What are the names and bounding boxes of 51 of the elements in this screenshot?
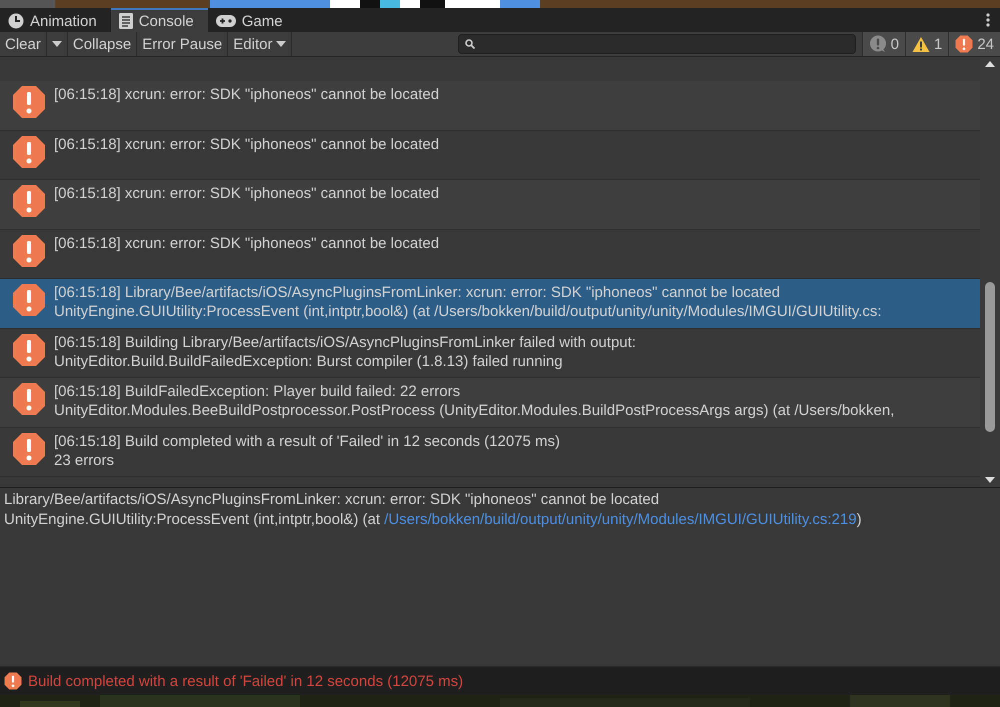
- caret-icon: [52, 41, 62, 47]
- error-icon: [12, 234, 46, 268]
- tab[interactable]: Console: [110, 8, 208, 32]
- log-message: [06:15:18] Library/Bee/artifacts/iOS/AsyncPluginsFromLinker: xcrun: error: SDK "iphoneos" cannot be located: [54, 283, 782, 302]
- down-arrow-icon: [985, 477, 995, 483]
- error-icon: [4, 672, 22, 690]
- up-arrow-icon: [985, 61, 995, 67]
- error-icon: [12, 85, 46, 119]
- log-count-toggle[interactable]: 1: [904, 32, 948, 56]
- scrollbar-thumb[interactable]: [985, 282, 995, 432]
- error-icon: [12, 134, 46, 168]
- log-message: [06:15:18] Building Library/Bee/artifacts/iOS/AsyncPluginsFromLinker failed with output:: [54, 332, 636, 352]
- document-icon: [118, 13, 133, 29]
- search-field[interactable]: [458, 34, 856, 54]
- log-message: 23 errors: [54, 450, 116, 470]
- log-message: [06:15:18] Build completed with a result of 'Failed' in 12 seconds (12075 ms): [54, 432, 560, 450]
- log-entry[interactable]: [06:15:18] xcrun: error: SDK "iphoneos" cannot be located: [0, 130, 980, 180]
- log-message: UnityEditor.Modules.BeeBuildPostprocessor.PostProcess (UnityEditor.Modules.BuildPostProcessArgs args) (at /Users/bokken,: [54, 401, 894, 420]
- log-message: UnityEngine.GUIUtility:ProcessEvent (int,intptr,bool&) (at /Users/bokken/build/output/unity/unity/Modules/IMGUI/GUIUtility.cs:: [54, 302, 882, 321]
- log-message: [06:15:18] xcrun: error: SDK "iphoneos" cannot be located: [54, 184, 440, 203]
- stack-trace-line: UnityEngine.GUIUtility:ProcessEvent (int,intptr,bool&) (at /Users/bokken/build/output/unity/unity/Modules/IMGUI/GUIUtility.cs:219): [4, 510, 863, 530]
- log-entry[interactable]: [06:15:18] xcrun: error: SDK "iphoneos" cannot be located: [0, 230, 980, 279]
- log-message: UnityEditor.Build.BuildFailedException: Burst compiler (1.8.13) failed running: [54, 352, 564, 370]
- source-link[interactable]: /Users/bokken/build/output/unity/unity/Modules/IMGUI/GUIUtility.cs:219: [384, 511, 857, 528]
- gamepad-icon: [216, 14, 236, 28]
- log-message: [06:15:18] BuildFailedException: Player build failed: 22 errors: [54, 382, 462, 401]
- log-entry[interactable]: [06:15:18] xcrun: error: SDK "iphoneos" cannot be located: [0, 81, 980, 130]
- clock-icon: [8, 13, 24, 29]
- stack-trace-line: Library/Bee/artifacts/iOS/AsyncPluginsFromLinker: xcrun: error: SDK "iphoneos" cannot be located: [4, 490, 660, 510]
- log-message: [06:15:18] xcrun: error: SDK "iphoneos" cannot be located: [54, 85, 440, 104]
- caret-icon: [276, 41, 286, 47]
- error-icon: [12, 332, 46, 366]
- log-entry[interactable]: [06:15:18] Build completed with a result of 'Failed' in 12 seconds (12075 ms) 23 errors: [0, 428, 980, 477]
- log-entry[interactable]: [06:15:18] Building Library/Bee/artifacts/iOS/AsyncPluginsFromLinker failed with output: UnityEditor.Build.BuildFailedException: Burst compiler (1.8.13) failed running: [0, 328, 980, 378]
- error-icon: [955, 35, 974, 53]
- error-icon: [12, 184, 46, 218]
- log-count-toggle[interactable]: 24: [948, 32, 1000, 56]
- search-icon: [464, 39, 475, 49]
- more-icon[interactable]: [986, 13, 990, 27]
- error-icon: [12, 432, 46, 466]
- speech-bubble-icon: [868, 35, 887, 53]
- log-count-toggle[interactable]: 0: [862, 32, 905, 56]
- log-entry[interactable]: [06:15:18] xcrun: error: SDK "iphoneos" cannot be located: [0, 180, 980, 230]
- warning-icon: [912, 36, 930, 52]
- error-icon: [12, 382, 46, 416]
- error-icon: [12, 283, 46, 317]
- log-message: [06:15:18] xcrun: error: SDK "iphoneos" cannot be located: [54, 134, 440, 154]
- log-message: [06:15:18] xcrun: error: SDK "iphoneos" cannot be located: [54, 234, 440, 252]
- status-message: Build completed with a result of 'Failed' in 12 seconds (12075 ms): [28, 672, 464, 690]
- log-entry[interactable]: [06:15:18] BuildFailedException: Player build failed: 22 errors UnityEditor.Modules.BeeBuildPostprocessor.PostProcess (UnityEditor.Modules.BuildPostProcessArgs args) (at /Users/bokken,: [0, 378, 980, 428]
- log-entry[interactable]: [0, 279, 980, 328]
